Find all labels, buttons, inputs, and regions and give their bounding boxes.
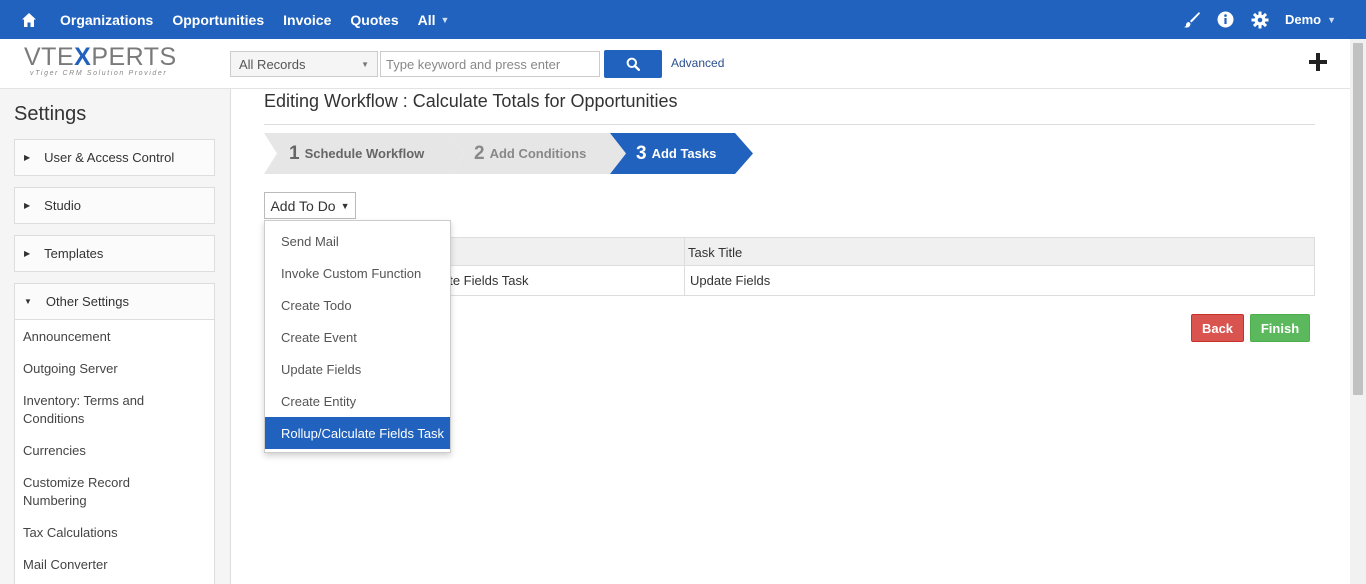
step-label: Add Conditions — [489, 146, 587, 161]
sidebar-title: Settings — [14, 103, 87, 125]
title-divider — [264, 124, 1315, 125]
search-button[interactable] — [604, 50, 662, 78]
menu-item-create-todo[interactable]: Create Todo — [265, 289, 450, 321]
finish-button[interactable]: Finish — [1250, 314, 1310, 342]
page-scrollbar[interactable] — [1350, 39, 1366, 584]
sidebar-section-label: Other Settings — [45, 294, 130, 309]
column-header-task-title: Task Title — [688, 245, 743, 260]
step-number: 1 — [289, 142, 300, 164]
nav-opportunities[interactable]: Opportunities — [172, 12, 264, 28]
sidebar-item-currencies[interactable]: Currencies — [23, 442, 208, 460]
sidebar-section-label: Studio — [44, 198, 82, 213]
nav-all-menu[interactable]: All ▼ — [418, 12, 450, 28]
chevron-down-icon: ▼ — [361, 59, 369, 69]
caret-right-icon: ▶ — [24, 201, 31, 210]
table-cell-task-type: ate Fields Task — [442, 273, 529, 288]
table-cell-task-title[interactable]: Update Fields — [690, 273, 770, 288]
paintbrush-icon[interactable] — [1183, 11, 1201, 29]
home-icon[interactable] — [21, 11, 39, 29]
nav-invoice[interactable]: Invoice — [283, 12, 331, 28]
sidebar-item-mail-converter[interactable]: Mail Converter — [23, 556, 208, 574]
logo-text: VTEXPERTS — [24, 43, 177, 71]
logo-tagline: vTiger CRM Solution Provider — [30, 70, 168, 77]
nav-quotes[interactable]: Quotes — [350, 12, 398, 28]
global-search-input[interactable] — [380, 51, 600, 77]
sidebar-section-user-access[interactable]: ▶ User & Access Control — [14, 139, 215, 176]
top-right-tools: Demo ▼ — [1167, 0, 1336, 39]
company-logo[interactable]: VTEXPERTS vTiger CRM Solution Provider — [24, 45, 180, 85]
quick-create-plus-icon[interactable] — [1308, 52, 1328, 72]
task-type-dropdown-menu: Send Mail Invoke Custom Function Create … — [264, 220, 451, 453]
search-bar: VTEXPERTS vTiger CRM Solution Provider A… — [0, 39, 1350, 89]
sidebar-item-tax-calculations[interactable]: Tax Calculations — [23, 524, 208, 542]
sidebar-item-customize-record-numbering[interactable]: Customize Record Numbering — [23, 474, 163, 510]
scrollbar-thumb[interactable] — [1353, 43, 1363, 395]
other-settings-list: Announcement Outgoing Server Inventory: … — [14, 320, 215, 584]
step-schedule-workflow[interactable]: 1 Schedule Workflow — [264, 133, 464, 174]
settings-sidebar: Settings ▶ User & Access Control ▶ Studi… — [0, 89, 231, 584]
caret-right-icon: ▶ — [24, 153, 31, 162]
sidebar-section-other-settings[interactable]: ▼ Other Settings — [14, 283, 215, 320]
step-add-tasks[interactable]: 3 Add Tasks — [610, 133, 753, 174]
page-title: Editing Workflow : Calculate Totals for … — [264, 91, 678, 111]
search-icon — [626, 57, 640, 71]
sidebar-section-studio[interactable]: ▶ Studio — [14, 187, 215, 224]
nav-organizations[interactable]: Organizations — [60, 12, 153, 28]
menu-item-create-event[interactable]: Create Event — [265, 321, 450, 353]
record-filter-select[interactable]: All Records ▼ — [230, 51, 378, 77]
caret-down-icon: ▼ — [24, 297, 32, 306]
logo-x-mark: X — [74, 43, 92, 71]
add-task-dropdown-button[interactable]: Add To Do ▼ — [264, 192, 356, 219]
step-label: Add Tasks — [651, 146, 717, 161]
caret-right-icon: ▶ — [24, 249, 31, 258]
record-filter-value: All Records — [239, 56, 306, 72]
top-navigation-bar: Organizations Opportunities Invoice Quot… — [0, 0, 1366, 39]
advanced-search-link[interactable]: Advanced — [671, 56, 724, 70]
user-menu[interactable]: Demo ▼ — [1285, 12, 1336, 27]
column-divider — [684, 238, 685, 295]
user-name: Demo — [1284, 12, 1322, 27]
step-add-conditions[interactable]: 2 Add Conditions — [448, 133, 626, 174]
sidebar-item-terms-conditions[interactable]: Inventory: Terms and Conditions — [23, 392, 173, 428]
menu-item-invoke-custom-function[interactable]: Invoke Custom Function — [265, 257, 450, 289]
caret-down-icon: ▼ — [340, 200, 350, 211]
sidebar-item-outgoing-server[interactable]: Outgoing Server — [23, 360, 208, 378]
chevron-down-icon: ▼ — [1327, 14, 1336, 25]
step-number: 3 — [636, 142, 647, 164]
sidebar-item-announcement[interactable]: Announcement — [23, 328, 208, 346]
back-button[interactable]: Back — [1191, 314, 1244, 342]
menu-item-rollup-calculate-fields[interactable]: Rollup/Calculate Fields Task — [265, 417, 450, 449]
add-task-label: Add To Do — [270, 197, 336, 214]
step-number: 2 — [474, 142, 485, 164]
sidebar-section-templates[interactable]: ▶ Templates — [14, 235, 215, 272]
sidebar-section-label: User & Access Control — [44, 150, 175, 165]
menu-item-send-mail[interactable]: Send Mail — [265, 225, 450, 257]
step-label: Schedule Workflow — [304, 146, 425, 161]
info-icon[interactable] — [1217, 11, 1235, 29]
sidebar-section-label: Templates — [44, 246, 104, 261]
menu-item-create-entity[interactable]: Create Entity — [265, 385, 450, 417]
nav-all-label: All — [417, 11, 436, 28]
gear-icon[interactable] — [1251, 11, 1269, 29]
chevron-down-icon: ▼ — [440, 14, 450, 25]
menu-item-update-fields[interactable]: Update Fields — [265, 353, 450, 385]
